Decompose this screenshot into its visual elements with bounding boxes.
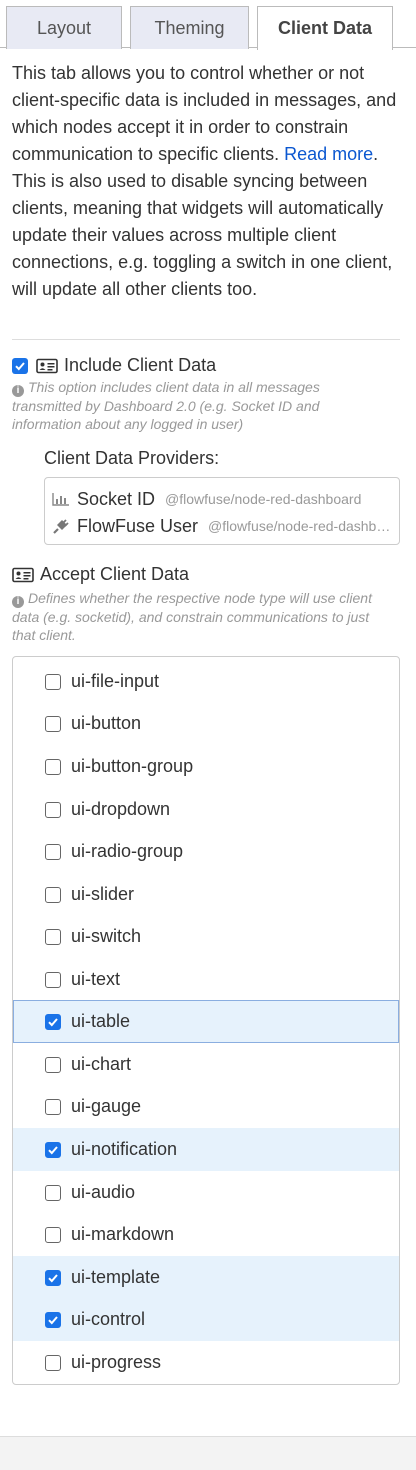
node-checkbox[interactable]: [45, 971, 61, 988]
node-list-item[interactable]: ui-switch: [13, 915, 399, 958]
node-list-item[interactable]: ui-chart: [13, 1043, 399, 1086]
node-label: ui-template: [71, 1267, 161, 1287]
accept-client-data-node-list[interactable]: ui-file-input ui-button ui-button-group ui-…: [12, 656, 400, 1385]
provider-name: FlowFuse User: [77, 515, 199, 536]
node-checkbox[interactable]: [45, 928, 61, 945]
divider: [12, 339, 400, 340]
node-label: ui-notification: [71, 1139, 178, 1159]
tab-bar: Layout Theming Client Data: [0, 0, 416, 50]
node-list-item[interactable]: ui-markdown: [13, 1213, 399, 1256]
node-label: ui-text: [71, 969, 121, 989]
node-list-item[interactable]: ui-dropdown: [13, 788, 399, 831]
node-checkbox[interactable]: [45, 758, 61, 775]
node-label: ui-file-input: [71, 671, 160, 691]
node-label: ui-audio: [71, 1182, 136, 1202]
node-checkbox[interactable]: [45, 843, 61, 860]
node-label: ui-dropdown: [71, 799, 171, 819]
node-list-item[interactable]: ui-button-group: [13, 745, 399, 788]
node-label: ui-switch: [71, 926, 142, 946]
read-more-link[interactable]: Read more: [284, 144, 373, 164]
info-icon: i: [12, 385, 24, 397]
id-card-icon: [36, 358, 58, 373]
provider-item: Socket ID @flowfuse/node-red-dashboard: [51, 486, 395, 512]
node-checkbox[interactable]: [45, 1269, 61, 1286]
accept-client-data-row: Accept Client Data: [12, 564, 189, 585]
accept-client-data-hint-text: Defines whether the respective node type…: [12, 590, 372, 643]
provider-item: FlowFuse User @flowfuse/node-red-dashboa…: [51, 513, 395, 539]
checkmark-icon: [48, 1145, 58, 1154]
node-list-item[interactable]: ui-text: [13, 958, 399, 1001]
node-label: ui-slider: [71, 884, 135, 904]
description-text-cont: . This is also used to disable syncing b…: [12, 144, 393, 299]
tab-client-data[interactable]: Client Data: [257, 6, 393, 50]
footer-bar: [0, 1436, 416, 1470]
node-checkbox[interactable]: [45, 1311, 61, 1328]
node-checkbox[interactable]: [45, 1226, 61, 1243]
node-list-item[interactable]: ui-radio-group: [13, 830, 399, 873]
accept-client-data-label: Accept Client Data: [40, 564, 190, 584]
node-label: ui-chart: [71, 1054, 132, 1074]
bar-chart-icon: [51, 491, 71, 507]
tab-layout[interactable]: Layout: [6, 6, 122, 49]
include-client-data-hint: i This option includes client data in all…: [12, 378, 392, 433]
node-checkbox[interactable]: [45, 1013, 61, 1030]
node-label: ui-markdown: [71, 1224, 175, 1244]
client-data-providers-list: Socket ID @flowfuse/node-red-dashboard F…: [44, 477, 400, 545]
node-checkbox[interactable]: [45, 1056, 61, 1073]
checkmark-icon: [48, 1017, 58, 1026]
tab-theming[interactable]: Theming: [130, 6, 249, 49]
info-icon: i: [12, 596, 24, 608]
provider-name: Socket ID: [77, 488, 156, 509]
node-list-item[interactable]: ui-audio: [13, 1171, 399, 1214]
checkmark-icon: [48, 1273, 58, 1282]
node-list-item[interactable]: ui-progress: [13, 1341, 399, 1384]
include-client-data-checkbox[interactable]: [12, 357, 28, 374]
include-client-data-row: Include Client Data: [12, 355, 216, 376]
node-label: ui-gauge: [71, 1096, 142, 1116]
id-card-icon: [12, 567, 34, 582]
node-label: ui-button: [71, 713, 142, 733]
node-list-item[interactable]: ui-notification: [13, 1128, 399, 1171]
tab-description: This tab allows you to control whether o…: [12, 60, 404, 303]
include-client-data-hint-text: This option includes client data in all …: [12, 379, 320, 432]
node-checkbox[interactable]: [45, 715, 61, 732]
node-list-item[interactable]: ui-template: [13, 1256, 399, 1299]
client-data-providers-label: Client Data Providers:: [44, 448, 220, 468]
node-list-item[interactable]: ui-button: [13, 702, 399, 745]
node-checkbox[interactable]: [45, 801, 61, 818]
provider-package: @flowfuse/node-red-dashboard: [165, 491, 362, 507]
node-list-item[interactable]: ui-gauge: [13, 1085, 399, 1128]
node-checkbox[interactable]: [45, 673, 61, 690]
node-checkbox[interactable]: [45, 1354, 61, 1371]
node-list-item[interactable]: ui-file-input: [13, 660, 399, 703]
checkmark-icon: [15, 361, 25, 370]
checkmark-icon: [48, 1315, 58, 1324]
node-checkbox[interactable]: [45, 1141, 61, 1158]
node-checkbox[interactable]: [45, 1098, 61, 1115]
node-checkbox[interactable]: [45, 886, 61, 903]
node-checkbox[interactable]: [45, 1184, 61, 1201]
include-client-data-label: Include Client Data: [64, 355, 217, 375]
node-label: ui-progress: [71, 1352, 162, 1372]
accept-client-data-hint: i Defines whether the respective node typ…: [12, 589, 392, 644]
node-label: ui-button-group: [71, 756, 194, 776]
node-label: ui-table: [71, 1011, 131, 1031]
node-list-item[interactable]: ui-slider: [13, 873, 399, 916]
node-label: ui-control: [71, 1309, 146, 1329]
node-label: ui-radio-group: [71, 841, 184, 861]
plug-icon: [51, 518, 71, 534]
provider-package: @flowfuse/node-red-dashboard-2-user-addo…: [208, 518, 394, 534]
node-list-item[interactable]: ui-table: [13, 1000, 399, 1043]
node-list-item[interactable]: ui-control: [13, 1298, 399, 1341]
